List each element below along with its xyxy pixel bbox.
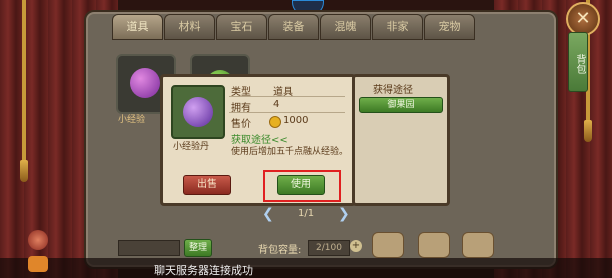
- add-capacity-icon[interactable]: +: [350, 240, 362, 252]
- tab-materials[interactable]: 材料: [164, 14, 215, 40]
- route-entry-button[interactable]: 御果园: [359, 97, 443, 113]
- backpack-tab[interactable]: 背包: [568, 32, 588, 92]
- tab-home[interactable]: 非家: [372, 14, 423, 40]
- divider: [229, 112, 345, 113]
- capacity-label: 背包容量:: [258, 245, 302, 256]
- category-tabs: 道具 材料 宝石 装备 混魄 非家 宠物: [112, 14, 552, 40]
- coin-icon: [269, 116, 281, 128]
- item-icon-frame: [171, 85, 225, 139]
- close-button[interactable]: ✕: [566, 2, 600, 36]
- left-rope: [22, 0, 26, 160]
- decor-pot-icon: [28, 230, 48, 250]
- page-indicator: 1/1: [298, 208, 315, 219]
- slot-label: 小经验: [118, 115, 146, 125]
- route-title: 获得途径: [373, 85, 413, 96]
- item-detail-popup: 小经验丹 类型 道具 拥有 4 售价 1000 获取途径<< 使用后增加五千点融…: [160, 74, 356, 206]
- sell-button[interactable]: 出售: [183, 175, 231, 195]
- prev-page-icon[interactable]: ❮: [262, 206, 274, 222]
- item-name: 小经验丹: [173, 142, 210, 152]
- purple-orb-icon: [130, 68, 160, 98]
- action-icon[interactable]: [418, 232, 450, 258]
- acquisition-route-panel: 获得途径 御果园: [352, 74, 450, 206]
- capacity-value: 2/100: [308, 240, 350, 256]
- left-tassel: [20, 160, 28, 182]
- filter-field[interactable]: [118, 240, 180, 256]
- right-tassel: [584, 120, 592, 142]
- use-button[interactable]: 使用: [277, 175, 325, 195]
- close-icon: ✕: [575, 8, 591, 29]
- chat-bar: [0, 258, 612, 278]
- tab-souls[interactable]: 混魄: [320, 14, 371, 40]
- item-description: 使用后增加五千点融从经验。: [231, 147, 349, 157]
- action-icon[interactable]: [462, 232, 494, 258]
- sort-button[interactable]: 整理: [184, 239, 212, 257]
- next-page-icon[interactable]: ❯: [338, 206, 350, 222]
- action-icon[interactable]: [372, 232, 404, 258]
- tab-items[interactable]: 道具: [112, 14, 163, 40]
- chat-icon[interactable]: [28, 256, 48, 272]
- tab-equipment[interactable]: 装备: [268, 14, 319, 40]
- price-label: 售价: [231, 119, 251, 130]
- price-value: 1000: [283, 115, 309, 126]
- chat-status-text: 聊天服务器连接成功: [154, 264, 253, 277]
- owned-value: 4: [273, 99, 280, 110]
- tab-gems[interactable]: 宝石: [216, 14, 267, 40]
- tab-pets[interactable]: 宠物: [424, 14, 475, 40]
- divider: [229, 96, 345, 97]
- exp-pill-icon: [183, 97, 213, 127]
